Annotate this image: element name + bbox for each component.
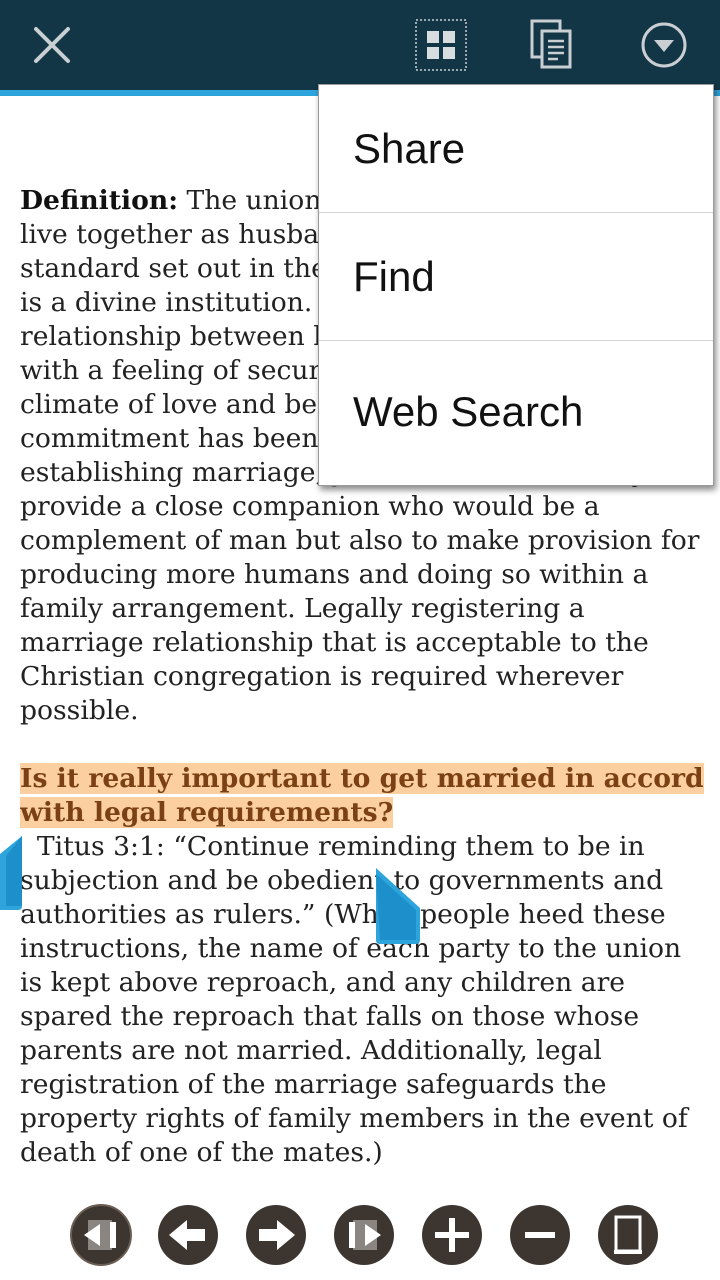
text-line: spared the reproach that falls on those … (20, 1001, 640, 1032)
zoom-out-icon[interactable] (509, 1204, 571, 1266)
page-icon[interactable] (597, 1204, 659, 1266)
text-line: climate of love and bec (20, 389, 333, 420)
body-paragraph[interactable]: Titus 3:1: “Continue reminding them to b… (20, 830, 710, 1170)
text-line: with a feeling of secur (20, 355, 322, 386)
text-line: marriage relationship that is acceptable… (20, 627, 649, 658)
close-icon[interactable] (22, 0, 82, 90)
text-line: property rights of family members in the… (20, 1103, 688, 1134)
menu-item-label: Find (353, 252, 435, 300)
text-line: complement of man but also to make provi… (20, 525, 700, 556)
previous-chapter-icon[interactable] (70, 1204, 132, 1266)
text-line: parents are not married. Additionally, l… (20, 1035, 602, 1066)
menu-item-find[interactable]: Find (319, 213, 713, 341)
text-line: subjection and be obedient to government… (20, 865, 664, 896)
text-line: authorities as rulers.” (When people hee… (20, 899, 666, 930)
menu-item-share[interactable]: Share (319, 85, 713, 213)
text-line: provide a close companion who would be a (20, 491, 600, 522)
back-arrow-icon[interactable] (157, 1204, 219, 1266)
text-line: Titus 3:1: “Continue reminding them to b… (20, 831, 645, 862)
menu-item-web-search[interactable]: Web Search (319, 341, 713, 483)
text-line: instructions, the name of each party to … (20, 933, 682, 964)
selected-text: Is it really important to get married in… (20, 763, 704, 794)
zoom-in-icon[interactable] (421, 1204, 483, 1266)
text-line: relationship between h (20, 321, 331, 352)
text-line: is kept above reproach, and any children… (20, 967, 626, 998)
overflow-menu-icon[interactable] (636, 0, 692, 90)
copy-icon[interactable] (526, 0, 578, 90)
menu-item-label: Web Search (353, 388, 584, 435)
menu-item-label: Share (353, 124, 466, 172)
text-line: family arrangement. Legally registering … (20, 593, 585, 624)
text-line: registration of the marriage safeguards … (20, 1069, 607, 1100)
text-line: standard set out in the (20, 253, 327, 284)
selection-end-handle[interactable] (376, 868, 420, 944)
text-line: possible. (20, 695, 139, 726)
text-line: death of one of the mates.) (20, 1137, 383, 1168)
overflow-menu: Share Find Web Search (318, 84, 714, 486)
question-heading-selected[interactable]: Is it really important to get married in… (20, 762, 710, 830)
selection-start-handle[interactable] (0, 836, 22, 910)
definition-label: Definition: (20, 185, 179, 216)
text-line: is a divine institution. (20, 287, 313, 318)
text-line: commitment has been (20, 423, 319, 454)
bottom-toolbar (0, 1190, 720, 1280)
text-line: Christian congregation is required where… (20, 661, 624, 692)
forward-arrow-icon[interactable] (245, 1204, 307, 1266)
selected-text: with legal requirements? (20, 797, 394, 828)
text-line: producing more humans and doing so withi… (20, 559, 649, 590)
next-chapter-icon[interactable] (333, 1204, 395, 1266)
text-line: live together as husbar (20, 219, 332, 250)
text-line: The union (178, 185, 322, 216)
action-bar (0, 0, 720, 90)
grid-icon[interactable] (412, 0, 470, 90)
